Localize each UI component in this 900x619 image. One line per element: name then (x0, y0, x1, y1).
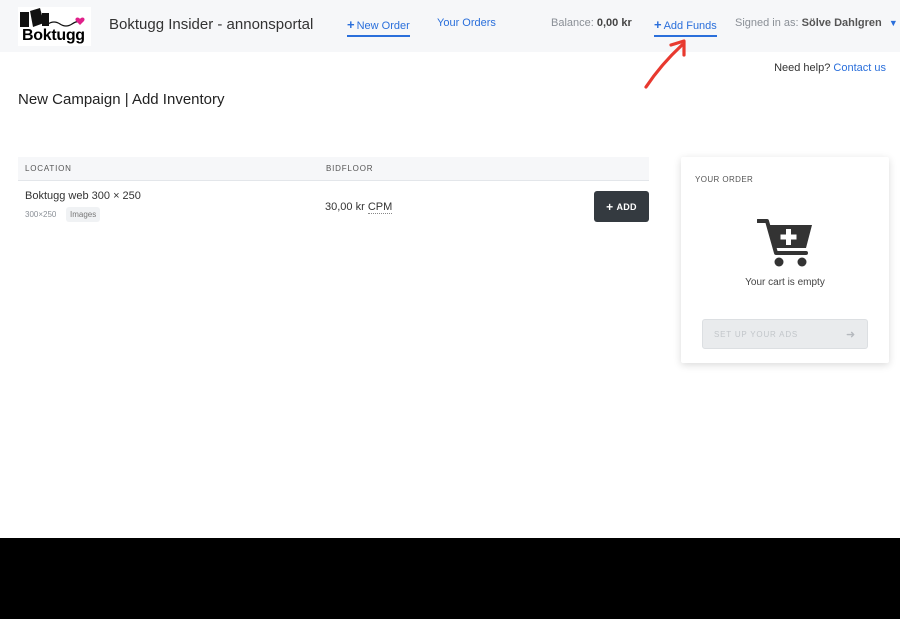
boktugg-logo[interactable]: Boktugg (18, 7, 91, 46)
top-navbar: Boktugg Boktugg Insider - annonsportal +… (0, 0, 900, 52)
nav-add-funds-label: Add Funds (663, 20, 717, 32)
user-menu[interactable]: Signed in as: Sölve Dahlgren ▼ (735, 17, 898, 29)
plus-icon: + (654, 17, 662, 32)
balance-display: Balance: 0,00 kr (551, 17, 632, 29)
plus-icon: + (347, 17, 355, 32)
red-arrow-annotation-icon (644, 39, 686, 89)
help-text: Need help? Contact us (774, 62, 886, 74)
column-bidfloor: BIDFLOOR (326, 164, 374, 173)
price-value: 30,00 kr (325, 201, 365, 213)
table-header: LOCATION BIDFLOOR (18, 157, 649, 181)
balance-value: 0,00 kr (596, 17, 632, 29)
order-title: YOUR ORDER (695, 175, 754, 184)
set-up-ads-button[interactable]: SET UP YOUR ADS ➜ (702, 319, 868, 349)
format-tag: Images (66, 207, 101, 222)
signed-in-label: Signed in as: (735, 17, 799, 29)
contact-us-link[interactable]: Contact us (833, 62, 886, 74)
help-label: Need help? (774, 62, 831, 74)
chevron-down-icon: ▼ (888, 18, 898, 28)
nav-your-orders[interactable]: Your Orders (437, 17, 496, 32)
page-title: New Campaign | Add Inventory (18, 91, 225, 108)
table-row: Boktugg web 300 × 250 300×250 Images 30,… (18, 181, 649, 233)
inventory-table: LOCATION BIDFLOOR Boktugg web 300 × 250 … (18, 157, 649, 233)
column-location: LOCATION (25, 164, 72, 173)
nav-add-funds[interactable]: + Add Funds (654, 17, 717, 37)
add-button[interactable]: + ADD (594, 191, 649, 222)
bidfloor-price: 30,00 kr CPM (325, 201, 393, 214)
nav-new-order-label: New Order (356, 20, 410, 32)
add-button-label: ADD (616, 201, 637, 212)
plus-icon: + (606, 199, 614, 214)
nav-new-order[interactable]: + New Order (347, 17, 410, 37)
set-up-ads-label: SET UP YOUR ADS (714, 330, 799, 339)
cart-empty-text: Your cart is empty (745, 277, 825, 288)
bottom-black-band (0, 538, 900, 619)
location-size: 300×250 (25, 210, 57, 219)
app-title: Boktugg Insider - annonsportal (109, 16, 314, 33)
arrow-right-icon: ➜ (845, 329, 856, 341)
user-name: Sölve Dahlgren (801, 17, 882, 29)
balance-label: Balance: (551, 17, 594, 29)
logo-text: Boktugg (22, 27, 85, 44)
cart-plus-icon (757, 219, 812, 267)
location-name: Boktugg web 300 × 250 (25, 190, 141, 202)
order-panel: YOUR ORDER Your cart is empty SET UP YOU… (681, 157, 889, 363)
price-unit: CPM (367, 201, 393, 214)
